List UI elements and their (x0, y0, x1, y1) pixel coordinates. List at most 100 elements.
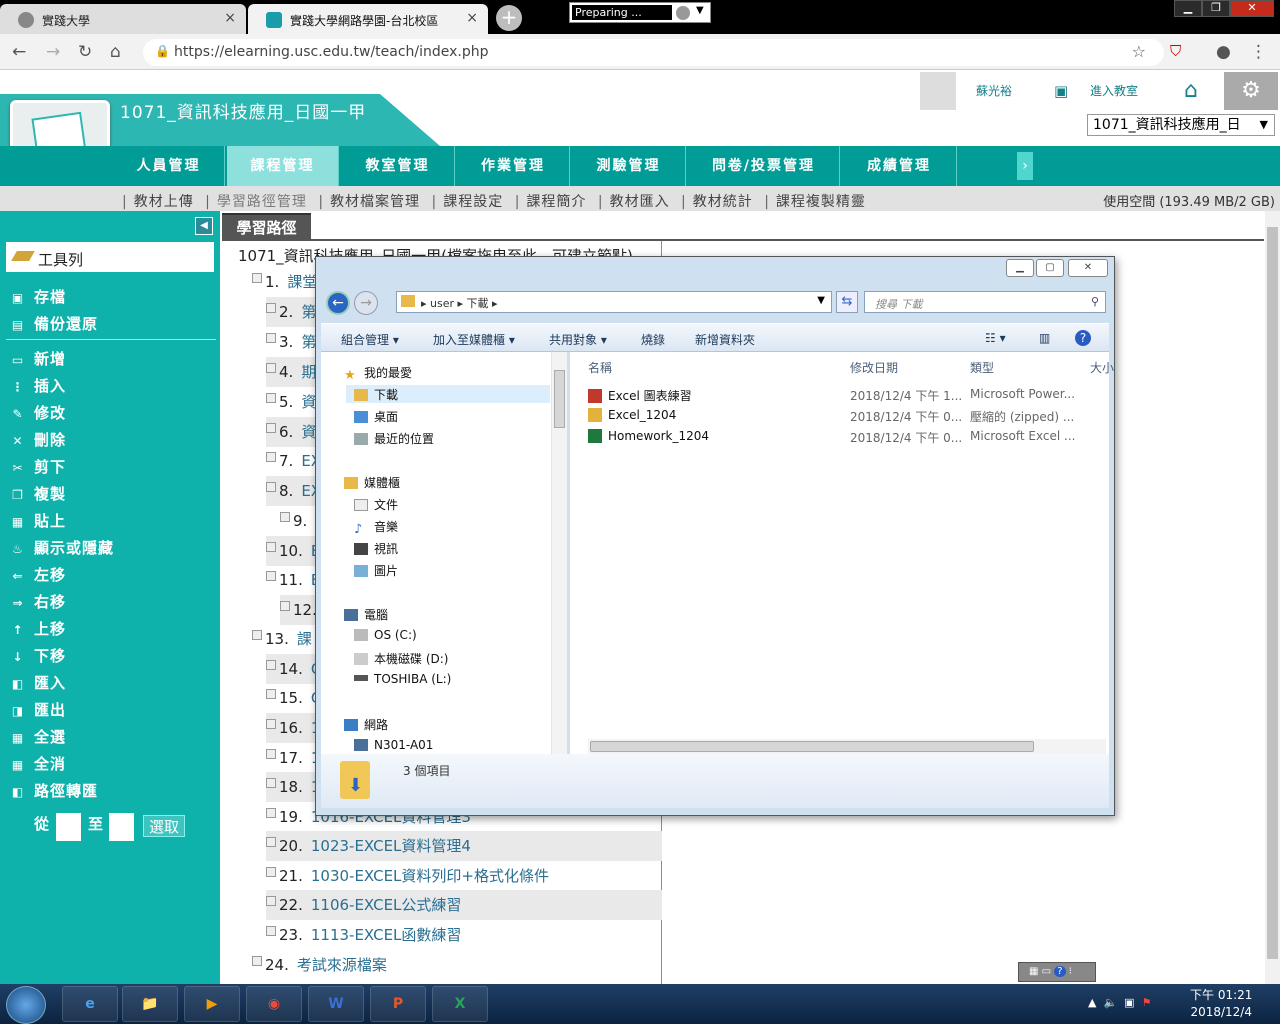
page-scrollbar[interactable] (1265, 211, 1280, 984)
row-checkbox[interactable] (266, 482, 276, 492)
minimize-window-button[interactable]: ▁ (1174, 0, 1202, 17)
dialog-address-bar[interactable]: ▸ user ▸ 下載 ▸ ▼ (396, 291, 832, 313)
tool-path-convert[interactable]: ◧ 路徑轉匯 (10, 780, 98, 801)
action-center-icon[interactable]: ⚑ (1142, 996, 1152, 1009)
dropdown-arrow-icon[interactable]: ▼ (696, 5, 704, 16)
tool-select-all[interactable]: ▦ 全選 (10, 726, 66, 747)
nav-music[interactable]: ♪ 音樂 (354, 518, 398, 537)
row-label[interactable]: 1030-EXCEL資料列印+格式化條件 (311, 867, 549, 885)
row-checkbox[interactable] (252, 630, 262, 640)
row-checkbox[interactable] (266, 542, 276, 552)
tree-row[interactable]: 21. 1030-EXCEL資料列印+格式化條件 (266, 861, 662, 891)
browser-tab-usc[interactable]: 實踐大學 × (0, 4, 246, 34)
tool-move-right[interactable]: ⇒ 右移 (10, 591, 66, 612)
tool-export[interactable]: ◨ 匯出 (10, 699, 66, 720)
row-checkbox[interactable] (266, 660, 276, 670)
start-button[interactable] (6, 986, 46, 1024)
row-checkbox[interactable] (252, 956, 262, 966)
course-select[interactable]: 1071_資訊科技應用_日 ▼ (1087, 114, 1275, 136)
collapse-sidebar-icon[interactable]: ◀ (195, 217, 213, 235)
nav-pictures[interactable]: 圖片 (354, 562, 398, 579)
profile-icon[interactable]: ● (1216, 42, 1231, 62)
nav-exam[interactable]: 測驗管理 (572, 146, 686, 186)
tool-move-down[interactable]: ↓ 下移 (10, 645, 66, 666)
row-checkbox[interactable] (252, 273, 262, 283)
chrome-menu-icon[interactable]: ⋮ (1250, 42, 1267, 62)
forward-arrow-icon[interactable]: → (46, 42, 60, 62)
nav-classroom[interactable]: 教室管理 (341, 146, 455, 186)
tool-import[interactable]: ◧ 匯入 (10, 672, 66, 693)
close-tab-icon[interactable]: × (466, 10, 478, 26)
record-dot-icon[interactable] (676, 6, 690, 20)
forward-arrow-icon[interactable]: → (354, 291, 378, 315)
from-input[interactable] (56, 813, 81, 841)
nav-favorites[interactable]: ★ 我的最愛 (344, 364, 412, 383)
column-date[interactable]: 修改日期 (850, 359, 898, 376)
row-label[interactable]: 1023-EXCEL資料管理4 (311, 837, 471, 855)
ie-taskbar-icon[interactable]: e (62, 986, 118, 1022)
restore-window-button[interactable]: ❐ (1202, 0, 1230, 17)
browser-tab-elearning[interactable]: 實踐大學網路學園-台北校區 × (248, 4, 488, 34)
nav-homework[interactable]: 作業管理 (457, 146, 570, 186)
floating-help-bar[interactable]: ▦ ▭ ? ⁝ (1018, 962, 1096, 982)
new-folder-button[interactable]: 新增資料夾 (695, 331, 755, 348)
nav-recent[interactable]: 最近的位置 (354, 430, 434, 447)
powerpoint-taskbar-icon[interactable]: P (370, 986, 426, 1022)
dialog-minimize-button[interactable]: ▁ (1006, 259, 1034, 277)
nav-people[interactable]: 人員管理 (113, 146, 225, 186)
scrollbar-thumb[interactable] (590, 741, 1034, 752)
refresh-icon[interactable]: ⇆ (836, 291, 858, 313)
home-icon[interactable]: ⌂ (110, 42, 121, 62)
tool-move-up[interactable]: ↑ 上移 (10, 618, 66, 639)
network-tray-icon[interactable]: ▣ (1124, 996, 1134, 1009)
bookmark-star-icon[interactable]: ☆ (1132, 42, 1146, 61)
file-list-h-scrollbar[interactable] (588, 739, 1106, 754)
file-row[interactable]: Excel_1204 (588, 408, 676, 422)
add-to-library-button[interactable]: 加入至媒體櫃 ▾ (433, 331, 515, 348)
excel-taskbar-icon[interactable]: X (432, 986, 488, 1022)
row-checkbox[interactable] (266, 867, 276, 877)
row-checkbox[interactable] (266, 749, 276, 759)
tool-delete[interactable]: ✕ 刪除 (10, 429, 66, 450)
subnav-stats[interactable]: 教材統計 (693, 194, 753, 210)
acrobat-extension-icon[interactable]: ⛉ (1170, 42, 1181, 60)
nav-network[interactable]: 網路 (344, 716, 388, 733)
column-type[interactable]: 類型 (970, 359, 994, 376)
dialog-search-input[interactable]: 搜尋 下載 ⚲ (864, 291, 1106, 313)
subnav-file-manage[interactable]: 教材檔案管理 (330, 194, 420, 210)
column-name[interactable]: 名稱 (588, 359, 612, 376)
scrollbar-thumb[interactable] (1267, 227, 1278, 959)
explorer-taskbar-icon[interactable]: 📁 (122, 986, 178, 1022)
burn-button[interactable]: 燒錄 (641, 331, 665, 348)
close-tab-icon[interactable]: × (224, 10, 236, 26)
tool-paste[interactable]: ▦ 貼上 (10, 510, 66, 531)
nav-drive-c[interactable]: OS (C:) (354, 628, 417, 642)
tool-deselect-all[interactable]: ▦ 全消 (10, 753, 66, 774)
nav-desktop[interactable]: 桌面 (354, 408, 398, 425)
close-window-button[interactable]: ✕ (1230, 0, 1274, 17)
nav-survey[interactable]: 問卷/投票管理 (688, 146, 840, 186)
tool-edit[interactable]: ✎ 修改 (10, 402, 66, 423)
user-name[interactable]: 蘇光裕 (976, 72, 1012, 110)
dialog-close-button[interactable]: ✕ (1068, 259, 1108, 277)
tree-row[interactable]: 22. 1106-EXCEL公式練習 (266, 890, 662, 920)
tool-insert[interactable]: ⋮ 插入 (10, 375, 66, 396)
tree-row[interactable]: 24. 考試來源檔案 (252, 950, 662, 980)
row-checkbox[interactable] (266, 778, 276, 788)
tool-add[interactable]: ▭ 新增 (10, 348, 66, 369)
row-checkbox[interactable] (266, 926, 276, 936)
classroom-icon[interactable]: ▣ (1054, 72, 1068, 110)
reload-icon[interactable]: ↻ (78, 42, 92, 62)
subnav-course-settings[interactable]: 課程設定 (443, 194, 503, 210)
dialog-maximize-button[interactable]: ▢ (1036, 259, 1064, 277)
row-checkbox[interactable] (266, 689, 276, 699)
enter-classroom-link[interactable]: 進入教室 (1090, 72, 1138, 110)
row-checkbox[interactable] (266, 363, 276, 373)
chevron-down-icon[interactable]: ▼ (817, 295, 825, 306)
tool-copy[interactable]: ❐ 複製 (10, 483, 66, 504)
file-row[interactable]: Excel 圖表練習 (588, 387, 692, 404)
subnav-import[interactable]: 教材匯入 (610, 194, 670, 210)
nav-grades[interactable]: 成績管理 (842, 146, 957, 186)
row-label[interactable]: 1113-EXCEL函數練習 (311, 926, 462, 944)
taskbar-clock[interactable]: 下午 01:21 2018/12/4 (1190, 987, 1252, 1021)
